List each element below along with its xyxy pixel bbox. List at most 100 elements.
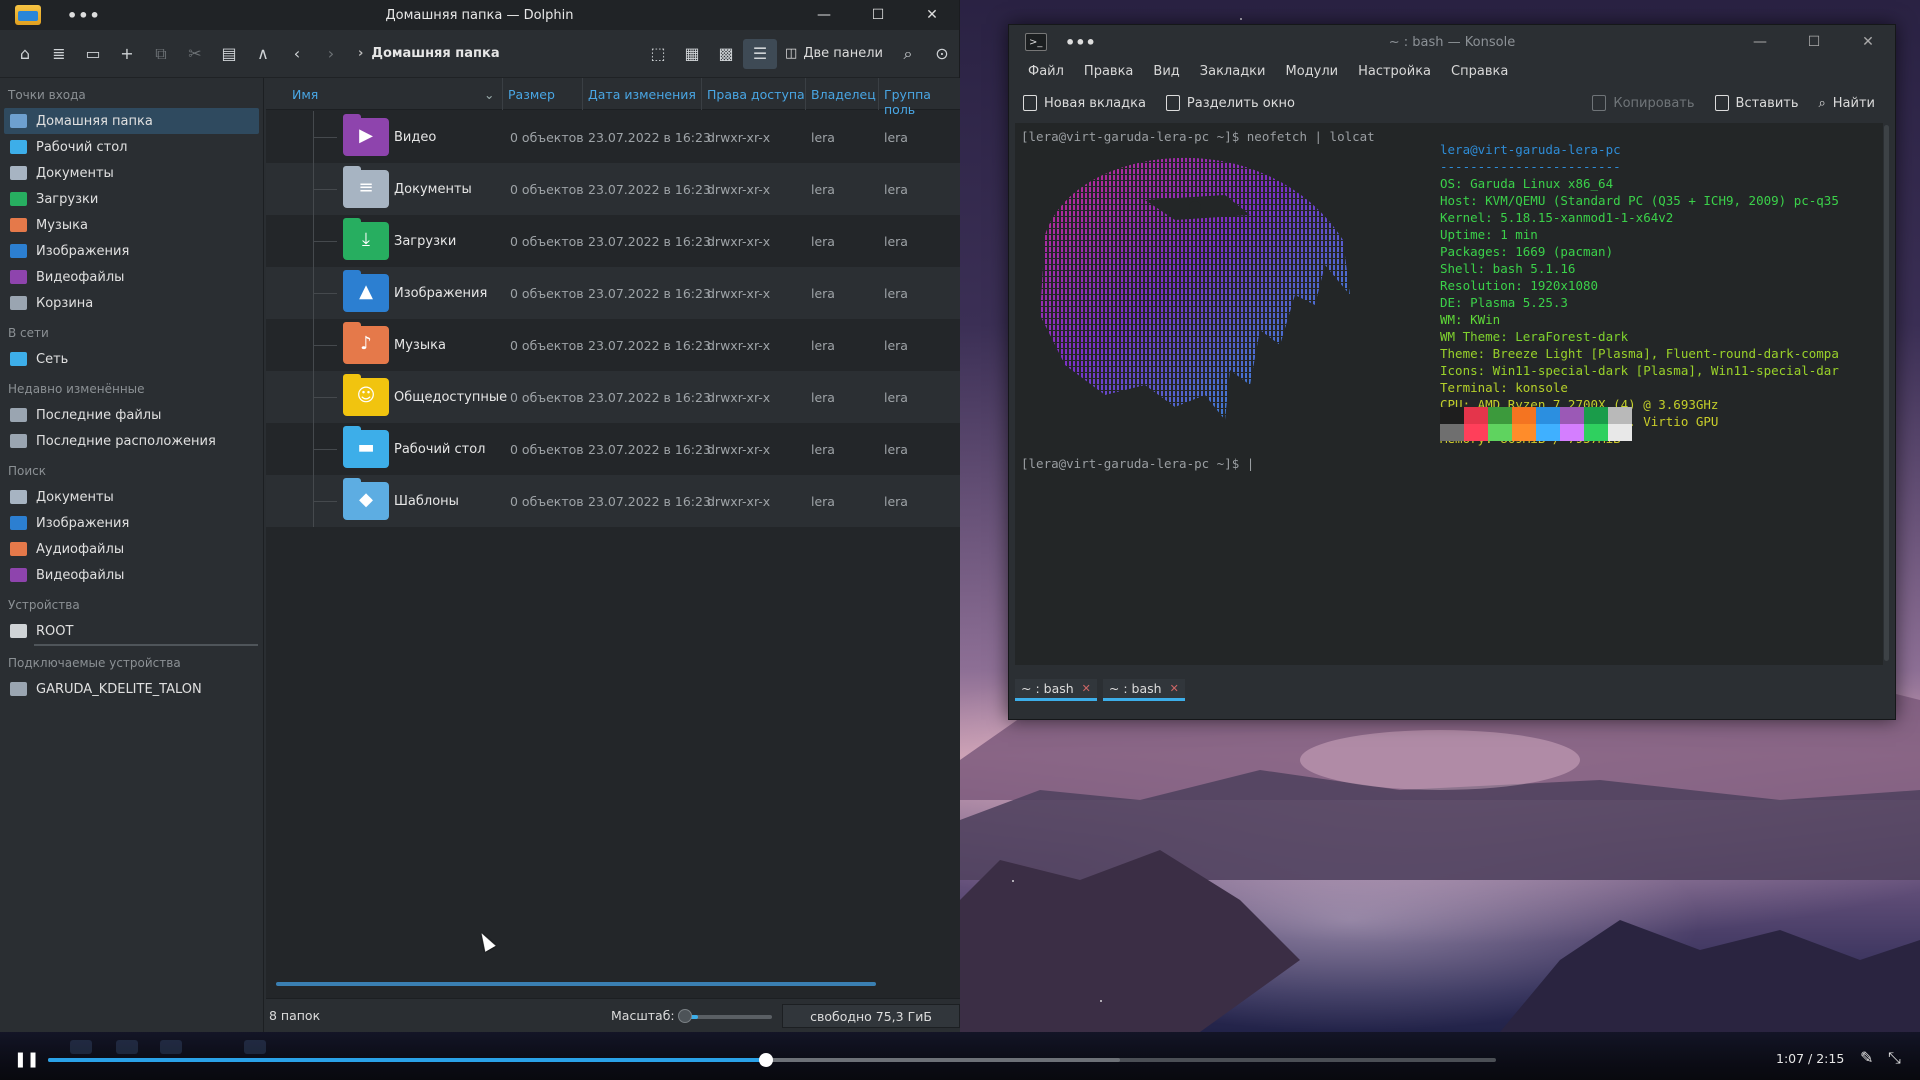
sidebar-item-label: Аудиофайлы [36,541,125,557]
file-permissions: drwxr-xr-x [707,181,771,197]
konsole-minimize-button[interactable]: — [1733,25,1787,59]
forward-icon[interactable]: › [314,39,348,69]
sort-indicator-icon[interactable]: ⌄ [484,87,494,102]
terminal-tab[interactable]: ~ : bash ✕ [1015,679,1097,701]
column-header-cell[interactable]: Размер [508,87,555,102]
maximize-button[interactable]: ☐ [851,0,905,30]
file-name: Музыка [394,337,446,353]
free-space-indicator[interactable]: свободно 75,3 ГиБ [782,1004,960,1028]
file-group: lera [884,389,908,405]
menu-item[interactable]: Файл [1018,64,1074,79]
table-row[interactable]: ◆ Шаблоны 0 объектов 23.07.2022 в 16:23 drwx… [266,475,960,527]
details-view-icon[interactable]: ☰ [743,38,778,69]
zoom-slider[interactable] [688,1015,772,1019]
file-size: 0 объектов [510,129,584,145]
cut-icon[interactable]: ✂ [178,39,212,69]
sidebar-item[interactable]: Рабочий стол [0,134,263,160]
sidebar-item[interactable]: Видеофайлы [0,562,263,588]
mute-icon[interactable]: ✎ [1860,1048,1873,1067]
menu-item[interactable]: Вид [1143,64,1189,79]
sidebar-item[interactable]: Аудиофайлы [0,536,263,562]
minimize-button[interactable]: — [797,0,851,30]
table-row[interactable]: ⤓ Загрузки 0 объектов 23.07.2022 в 16:23 drw… [266,215,960,267]
column-header-cell[interactable]: Права доступа [707,87,805,102]
fullscreen-icon[interactable]: ⤡ [1888,1048,1901,1068]
sidebar-item[interactable]: GARUDA_KDELITE_TALON [0,676,263,702]
column-header-cell[interactable]: Владелец [811,87,876,102]
menu-item[interactable]: Справка [1441,64,1518,79]
dolphin-titlebar[interactable]: ••• Домашняя папка — Dolphin — ☐ ✕ [0,0,959,30]
color-swatch [1464,407,1488,424]
menu-item[interactable]: Модули [1275,64,1348,79]
table-row[interactable]: ≡ Документы 0 объектов 23.07.2022 в 16:23 dr… [266,163,960,215]
terminal-icon[interactable]: ≣ [42,39,76,69]
split-view-button[interactable]: ◫ Две панели [777,46,891,61]
sidebar-item[interactable]: Загрузки [0,186,263,212]
sidebar-item[interactable]: Сеть [0,346,263,372]
terminal-input-line[interactable]: [lera@virt-garuda-lera-pc ~]$ | [1021,456,1254,471]
sidebar-item[interactable]: Музыка [0,212,263,238]
close-tab-icon[interactable]: ✕ [1170,682,1179,695]
icons-view-icon[interactable]: ▦ [675,39,709,69]
split-view-button[interactable]: Разделить окно [1165,95,1315,111]
new-folder-icon[interactable]: ▭ [76,39,110,69]
table-row[interactable]: ▲ Изображения 0 объектов 23.07.2022 в 16:23… [266,267,960,319]
sidebar-item[interactable]: Последние расположения [0,428,263,454]
new-tab-button[interactable]: Новая вкладка [1023,95,1166,111]
terminal-scrollbar[interactable] [1884,125,1889,661]
trash-icon [10,296,27,310]
seek-handle[interactable] [759,1053,774,1067]
home-icon[interactable]: ⌂ [8,39,42,69]
breadcrumb[interactable]: › Домашняя папка [358,46,500,61]
table-row[interactable]: ☺ Общедоступные 0 объектов 23.07.2022 в 16:… [266,371,960,423]
konsole-close-button[interactable]: ✕ [1841,25,1895,59]
window-menu-button[interactable]: ••• [67,6,101,25]
sidebar-item[interactable]: Документы [0,484,263,510]
konsole-maximize-button[interactable]: ☐ [1787,25,1841,59]
close-tab-icon[interactable]: ✕ [1082,682,1091,695]
sidebar-item[interactable]: Изображения [0,238,263,264]
pause-icon[interactable]: ❚❚ [14,1050,39,1068]
find-button[interactable]: ⌕ Найти [1819,96,1896,111]
breadcrumb-current[interactable]: Домашняя папка [371,46,499,61]
open-folder-icon[interactable]: ⬚ [641,39,675,69]
back-icon[interactable]: ‹ [280,39,314,69]
new-file-icon[interactable]: + [110,39,144,69]
sidebar-item[interactable]: Изображения [0,510,263,536]
table-row[interactable]: ▬ Рабочий стол 0 объектов 23.07.2022 в 16:2… [266,423,960,475]
more-options-icon[interactable]: ⊙ [925,39,959,69]
close-button[interactable]: ✕ [905,0,959,30]
column-header-cell[interactable]: Дата изменения [588,87,696,102]
paste-button[interactable]: Вставить [1714,95,1819,111]
column-header-cell[interactable]: Имя [292,87,318,102]
sidebar-item-label: Видеофайлы [36,567,125,583]
sidebar-item[interactable]: ROOT [0,618,263,644]
sidebar-item[interactable]: Видеофайлы [0,264,263,290]
paste-icon[interactable]: ▤ [212,39,246,69]
copy-icon[interactable]: ⧉ [144,39,178,69]
terminal-tab[interactable]: ~ : bash ✕ [1102,679,1185,701]
file-owner: lera [811,441,835,457]
terminal-area[interactable]: [lera@virt-garuda-lera-pc ~]$ neofetch |… [1015,123,1883,665]
sidebar-item[interactable]: Документы [0,160,263,186]
zoom-slider-handle[interactable] [678,1009,692,1023]
sidebar-item[interactable]: Корзина [0,290,263,316]
up-icon[interactable]: ∧ [246,39,280,69]
sidebar-item[interactable]: Домашняя папка [4,108,259,134]
horizontal-scrollbar[interactable] [276,982,876,986]
sidebar-item[interactable]: Последние файлы [0,402,263,428]
new-tab-label: Новая вкладка [1044,95,1146,111]
downloads-folder-icon [10,192,27,206]
copy-button[interactable]: Копировать [1592,95,1714,111]
file-size: 0 объектов [510,285,584,301]
search-icon[interactable]: ⌕ [891,39,925,69]
menu-item[interactable]: Правка [1074,64,1143,79]
menu-item[interactable]: Настройка [1348,64,1441,79]
dolphin-app-icon[interactable] [15,5,41,25]
neofetch-line: Host: KVM/QEMU (Standard PC (Q35 + ICH9,… [1440,193,1839,208]
compact-view-icon[interactable]: ▩ [709,39,743,69]
table-row[interactable]: ▶ Видео 0 объектов 23.07.2022 в 16:23 drwxr-… [266,111,960,163]
menu-item[interactable]: Закладки [1190,64,1276,79]
konsole-titlebar[interactable]: >_ ••• ~ : bash — Konsole — ☐ ✕ [1009,25,1895,59]
table-row[interactable]: ♪ Музыка 0 объектов 23.07.2022 в 16:23 drwxr… [266,319,960,371]
